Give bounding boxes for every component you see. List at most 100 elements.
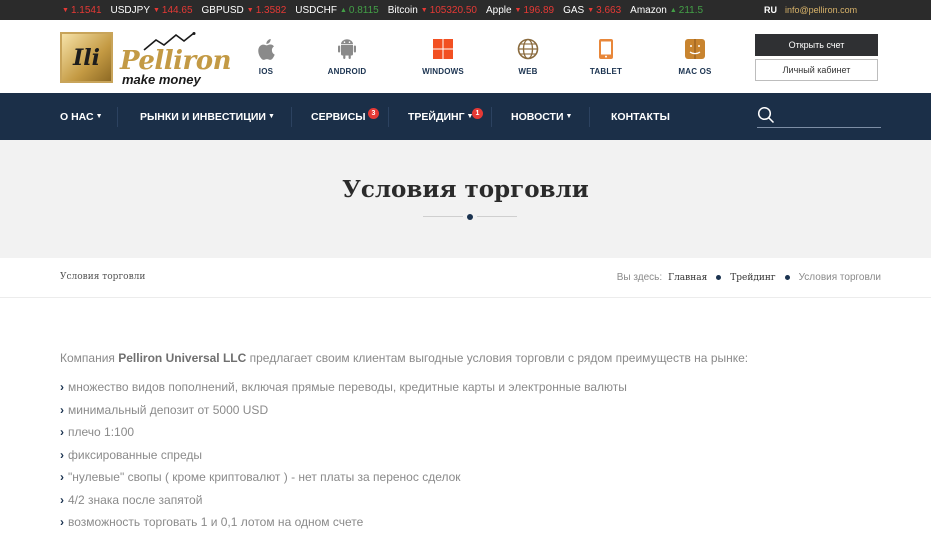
nav-item-label: РЫНКИ И ИНВЕСТИЦИИ [140,110,266,123]
caret-down-icon: ▼ [267,113,275,120]
list-item-text: возможность торговать 1 и 0,1 лотом на о… [68,515,364,529]
ticker-item[interactable]: GBPUSD ▼ 1.3582 [202,5,287,16]
platform-ios[interactable]: IOS [226,38,306,76]
notification-badge: 3 [368,108,379,119]
breadcrumb-prefix: Вы здесь: [616,272,663,283]
platform-label: TABLET [589,67,623,76]
nav-item-label: СЕРВИСЫ [311,110,366,123]
list-item-text: множество видов пополнений, включая прям… [68,380,627,394]
nav-divider [388,107,389,127]
nav-item-label: ТРЕЙДИНГ [408,110,465,123]
nav-item-contacts[interactable]: КОНТАКТЫ [611,93,670,140]
list-item: › множество видов пополнений, включая пря… [60,380,880,403]
search-icon[interactable] [757,106,775,124]
list-item-text: фиксированные спреды [68,447,203,462]
nav-item-label: О НАС [60,110,94,123]
list-item: › плечо 1:100 [60,425,880,448]
ticker-value: 105320.50 [429,4,477,16]
ticker-item[interactable]: USDCHF ▲ 0.8115 [295,5,378,16]
ticker-value: 144.65 [161,4,193,16]
personal-cabinet-button[interactable]: Личный кабинет [755,59,878,81]
chevron-right-icon: › [60,515,64,529]
nav-item-services[interactable]: СЕРВИСЫ▼ [311,93,375,140]
ticker-bar: ▼ 1.1541 USDJPY ▼ 144.65 GBPUSD ▼ 1.3582… [0,0,931,20]
list-item: › 4/2 знака после запятой [60,493,880,516]
arrow-down-icon: ▼ [420,6,428,14]
title-divider [423,214,517,220]
ticker-list: ▼ 1.1541 USDJPY ▼ 144.65 GBPUSD ▼ 1.3582… [0,0,712,20]
nav-item-about[interactable]: О НАС ▼ [60,93,103,140]
platform-label: MAC OS [678,67,712,76]
arrow-down-icon: ▼ [62,6,69,14]
intro-paragraph: Компания Pelliron Universal LLC предлага… [60,350,880,366]
platform-web[interactable]: WEB [488,38,568,76]
caret-down-icon: ▼ [565,113,573,120]
nav-divider [589,107,590,127]
ticker-symbol: USDJPY [110,4,150,16]
arrow-up-icon: ▲ [669,6,677,14]
divider-line [477,216,517,217]
platform-macos[interactable]: MAC OS [655,38,735,76]
ticker-symbol: GBPUSD [201,4,244,16]
main-content: Компания Pelliron Universal LLC предлага… [60,350,880,538]
nav-item-news[interactable]: НОВОСТИ ▼ [511,93,572,140]
ticker-item[interactable]: GAS ▼ 3.663 [563,5,621,16]
ticker-symbol: GAS [563,4,585,16]
chevron-right-icon: › [60,470,64,484]
breadcrumb-home-link[interactable]: Главная [668,273,707,283]
ticker-value: 1.1541 [70,4,102,16]
arrow-down-icon: ▼ [587,6,595,14]
ticker-item[interactable]: Amazon ▲ 211.5 [630,5,703,16]
platform-tablet[interactable]: TABLET [566,38,646,76]
globe-icon [517,38,539,60]
page-title: Условия торговли [342,176,589,203]
chevron-right-icon: › [60,425,64,439]
tablet-icon [595,38,617,60]
ticker-item[interactable]: Apple ▼ 196.89 [486,5,554,16]
macos-icon [684,38,706,60]
header: Ili Pelliron make money IOS ANDROID WIND… [0,20,931,93]
chevron-right-icon: › [60,447,64,462]
notification-badge: 1 [472,108,483,119]
list-item-text: плечо 1:100 [68,425,135,439]
platform-windows[interactable]: WINDOWS [403,38,483,76]
breadcrumb-separator [784,275,790,280]
nav-divider [491,107,492,127]
nav-item-trading[interactable]: ТРЕЙДИНГ ▼ [408,93,473,140]
divider-line [423,216,463,217]
chevron-right-icon: › [60,402,64,417]
nav-divider [291,107,292,127]
windows-icon [432,38,454,60]
conditions-list: › множество видов пополнений, включая пря… [60,380,880,538]
platform-label: WEB [518,67,538,76]
intro-text: Компания [60,351,119,365]
breadcrumb-trading-link[interactable]: Трейдинг [730,273,775,283]
email-link[interactable]: info@pelliron.com [785,5,857,15]
breadcrumb-current: Условия торговли [798,272,881,283]
search-box [757,106,881,128]
list-item-text: 4/2 знака после запятой [68,492,203,507]
list-item: › возможность торговать 1 и 0,1 лотом на … [60,515,880,538]
breadcrumb-bar: Условия торговли Вы здесь: Главная Трейд… [0,258,931,298]
nav-item-markets[interactable]: РЫНКИ И ИНВЕСТИЦИИ ▼ [140,93,275,140]
arrow-up-icon: ▲ [339,6,347,14]
search-input[interactable] [779,108,879,126]
platform-label: WINDOWS [422,67,464,76]
breadcrumb-separator [716,275,722,280]
open-account-button[interactable]: Открыть счет [755,34,878,56]
arrow-down-icon: ▼ [246,6,254,14]
ticker-value: 0.8115 [348,4,379,16]
list-item: › "нулевые" свопы ( кроме криптовалют ) -… [60,470,880,493]
ticker-item[interactable]: ▼ 1.1541 [62,5,102,16]
ticker-right: RU info@pelliron.com [748,0,931,20]
nav-item-label: КОНТАКТЫ [611,110,670,123]
ticker-item[interactable]: Bitcoin ▼ 105320.50 [388,5,477,16]
arrow-down-icon: ▼ [514,6,522,14]
ticker-value: 1.3582 [255,4,287,16]
language-switch[interactable]: RU [764,5,777,15]
page-title-band: Условия торговли [0,140,931,258]
nav-item-label: НОВОСТИ [511,110,564,123]
platform-android[interactable]: ANDROID [307,38,387,76]
ticker-symbol: USDCHF [295,4,337,16]
ticker-item[interactable]: USDJPY ▼ 144.65 [111,5,193,16]
